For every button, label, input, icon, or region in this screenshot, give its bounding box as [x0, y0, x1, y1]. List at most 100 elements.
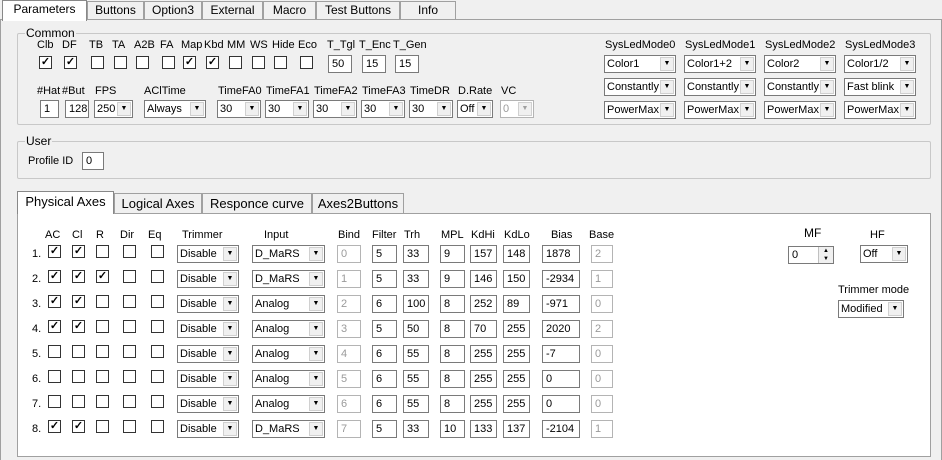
flag-checkbox-tb[interactable]: [91, 56, 104, 69]
row-6-input-select[interactable]: Analog ▼: [252, 370, 325, 388]
flag-checkbox-fa[interactable]: [162, 56, 175, 69]
sysledmode0-color-select[interactable]: Color1 ▼: [604, 55, 676, 73]
row-8-kdhi-field[interactable]: 133: [470, 420, 497, 438]
sysledmode2-timing-select[interactable]: Constantly ▼: [764, 78, 836, 96]
row-4-bias-field[interactable]: 2020: [542, 320, 580, 338]
row-1-base-field[interactable]: 2: [591, 245, 613, 263]
row-1-trimmer-select[interactable]: Disable ▼: [177, 245, 239, 263]
row-2-kdhi-field[interactable]: 146: [470, 270, 497, 288]
tab-test-buttons[interactable]: Test Buttons: [316, 1, 400, 20]
trimmer-mode-select[interactable]: Modified ▼: [838, 300, 904, 318]
row-5-cl-checkbox[interactable]: [72, 345, 85, 358]
row-8-cl-checkbox[interactable]: ✓: [72, 420, 85, 433]
row-8-mpl-field[interactable]: 10: [440, 420, 465, 438]
t-enc-field[interactable]: 15: [362, 55, 386, 73]
row-7-filter-field[interactable]: 6: [372, 395, 397, 413]
row-7-dir-checkbox[interactable]: [123, 395, 136, 408]
sysledmode0-timing-select[interactable]: Constantly ▼: [604, 78, 676, 96]
row-2-eq-checkbox[interactable]: [151, 270, 164, 283]
timedr-select[interactable]: 30 ▼: [409, 100, 453, 118]
row-7-trimmer-select[interactable]: Disable ▼: [177, 395, 239, 413]
row-6-mpl-field[interactable]: 8: [440, 370, 465, 388]
row-3-filter-field[interactable]: 6: [372, 295, 397, 313]
row-7-kdlo-field[interactable]: 255: [503, 395, 530, 413]
flag-checkbox-clb[interactable]: ✓: [39, 56, 52, 69]
row-6-trh-field[interactable]: 55: [403, 370, 429, 388]
row-1-bind-field[interactable]: 0: [337, 245, 361, 263]
row-8-filter-field[interactable]: 5: [372, 420, 397, 438]
timefa1-select[interactable]: 30 ▼: [265, 100, 309, 118]
row-7-base-field[interactable]: 0: [591, 395, 613, 413]
row-4-eq-checkbox[interactable]: [151, 320, 164, 333]
row-6-r-checkbox[interactable]: [96, 370, 109, 383]
timefa2-select[interactable]: 30 ▼: [313, 100, 357, 118]
mf-spinbox[interactable]: 0 ▲ ▼: [788, 246, 834, 264]
row-6-eq-checkbox[interactable]: [151, 370, 164, 383]
row-3-kdlo-field[interactable]: 89: [503, 295, 530, 313]
row-7-r-checkbox[interactable]: [96, 395, 109, 408]
row-1-bias-field[interactable]: 1878: [542, 245, 580, 263]
flag-checkbox-kbd[interactable]: ✓: [206, 56, 219, 69]
row-5-base-field[interactable]: 0: [591, 345, 613, 363]
tab-physical-axes[interactable]: Physical Axes: [17, 191, 114, 214]
timefa3-select[interactable]: 30 ▼: [361, 100, 405, 118]
row-5-ac-checkbox[interactable]: [48, 345, 61, 358]
sysledmode1-color-select[interactable]: Color1+2 ▼: [684, 55, 756, 73]
row-2-kdlo-field[interactable]: 150: [503, 270, 530, 288]
tab-responce-curve[interactable]: Responce curve: [202, 193, 312, 214]
row-4-cl-checkbox[interactable]: ✓: [72, 320, 85, 333]
row-5-bind-field[interactable]: 4: [337, 345, 361, 363]
fps-select[interactable]: 250 ▼: [94, 100, 133, 118]
row-4-trh-field[interactable]: 50: [403, 320, 429, 338]
row-4-input-select[interactable]: Analog ▼: [252, 320, 325, 338]
row-2-input-select[interactable]: D_MaRS ▼: [252, 270, 325, 288]
row-8-kdlo-field[interactable]: 137: [503, 420, 530, 438]
row-5-trimmer-select[interactable]: Disable ▼: [177, 345, 239, 363]
row-8-trimmer-select[interactable]: Disable ▼: [177, 420, 239, 438]
flag-checkbox-df[interactable]: ✓: [64, 56, 77, 69]
sysledmode0-power-select[interactable]: PowerMax ▼: [604, 101, 676, 119]
t-tgl-field[interactable]: 50: [328, 55, 352, 73]
flag-checkbox-map[interactable]: ✓: [183, 56, 196, 69]
flag-checkbox-ta[interactable]: [114, 56, 127, 69]
tab-axes2buttons[interactable]: Axes2Buttons: [312, 193, 404, 214]
row-3-input-select[interactable]: Analog ▼: [252, 295, 325, 313]
row-1-cl-checkbox[interactable]: ✓: [72, 245, 85, 258]
row-6-kdhi-field[interactable]: 255: [470, 370, 497, 388]
flag-checkbox-a2b[interactable]: [136, 56, 149, 69]
row-2-dir-checkbox[interactable]: [123, 270, 136, 283]
row-8-bias-field[interactable]: -2104: [542, 420, 580, 438]
row-3-trh-field[interactable]: 100: [403, 295, 429, 313]
sysledmode2-color-select[interactable]: Color2 ▼: [764, 55, 836, 73]
row-8-eq-checkbox[interactable]: [151, 420, 164, 433]
row-4-bind-field[interactable]: 3: [337, 320, 361, 338]
profile-id-field[interactable]: 0: [82, 152, 104, 170]
num-hat-field[interactable]: 1: [40, 100, 59, 118]
num-but-field[interactable]: 128: [65, 100, 89, 118]
row-1-r-checkbox[interactable]: [96, 245, 109, 258]
sysledmode1-timing-select[interactable]: Constantly ▼: [684, 78, 756, 96]
spin-down-icon[interactable]: ▼: [818, 255, 833, 263]
row-3-ac-checkbox[interactable]: ✓: [48, 295, 61, 308]
row-7-bind-field[interactable]: 6: [337, 395, 361, 413]
row-3-base-field[interactable]: 0: [591, 295, 613, 313]
row-4-filter-field[interactable]: 5: [372, 320, 397, 338]
sysledmode1-power-select[interactable]: PowerMax ▼: [684, 101, 756, 119]
row-1-trh-field[interactable]: 33: [403, 245, 429, 263]
t-gen-field[interactable]: 15: [395, 55, 419, 73]
row-5-eq-checkbox[interactable]: [151, 345, 164, 358]
flag-checkbox-eco[interactable]: [300, 56, 313, 69]
row-6-cl-checkbox[interactable]: [72, 370, 85, 383]
d-rate-select[interactable]: Off ▼: [457, 100, 493, 118]
row-3-mpl-field[interactable]: 8: [440, 295, 465, 313]
row-4-dir-checkbox[interactable]: [123, 320, 136, 333]
row-2-trh-field[interactable]: 33: [403, 270, 429, 288]
sysledmode2-power-select[interactable]: PowerMax ▼: [764, 101, 836, 119]
row-3-bind-field[interactable]: 2: [337, 295, 361, 313]
row-8-r-checkbox[interactable]: [96, 420, 109, 433]
row-6-kdlo-field[interactable]: 255: [503, 370, 530, 388]
row-6-bias-field[interactable]: 0: [542, 370, 580, 388]
row-2-filter-field[interactable]: 5: [372, 270, 397, 288]
row-3-cl-checkbox[interactable]: ✓: [72, 295, 85, 308]
row-4-mpl-field[interactable]: 8: [440, 320, 465, 338]
